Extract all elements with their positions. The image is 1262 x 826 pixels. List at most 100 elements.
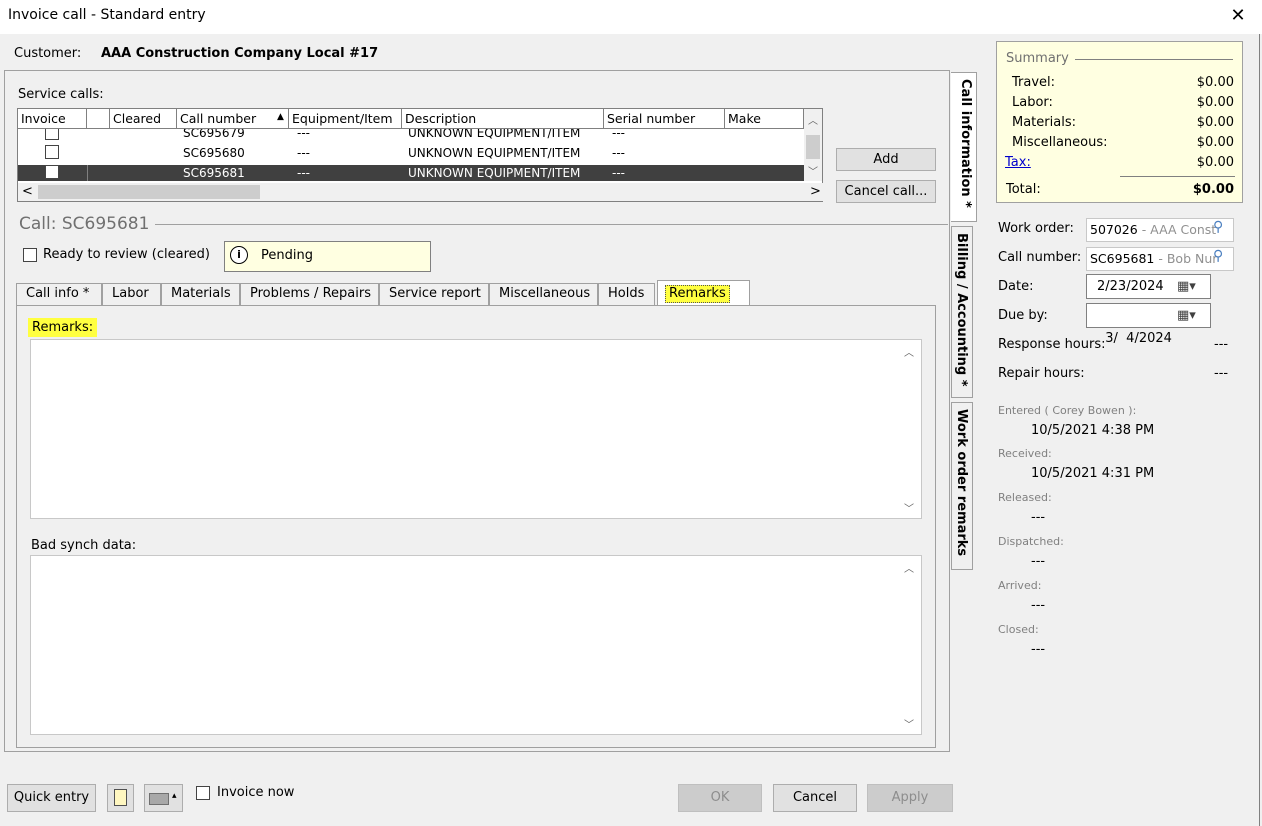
col-blank[interactable]: [87, 109, 110, 129]
serial-cell: ---: [612, 129, 625, 140]
call-number-cell: SC695680: [183, 146, 245, 160]
grid-vertical-scrollbar[interactable]: ︿ ﹀: [804, 109, 822, 181]
tab-labor[interactable]: Labor: [102, 283, 161, 305]
call-title-divider: [155, 224, 948, 225]
serial-cell: ---: [612, 146, 625, 160]
equipment-cell: ---: [297, 129, 310, 140]
apply-button[interactable]: Apply: [867, 784, 953, 812]
invoice-checkbox[interactable]: [45, 145, 59, 159]
table-row-selected[interactable]: SC695681 --- UNKNOWN EQUIPMENT/ITEM ---: [18, 165, 804, 181]
close-icon[interactable]: ✕: [1226, 4, 1250, 28]
sort-ascending-icon: ▲: [277, 112, 284, 122]
released-label: Released:: [998, 491, 1052, 504]
service-calls-label: Service calls:: [18, 87, 104, 102]
print-menu-button[interactable]: ▴: [144, 784, 183, 812]
dropdown-arrow-icon: ▴: [172, 791, 177, 801]
tab-call-info[interactable]: Call info *: [16, 283, 102, 305]
col-call-number[interactable]: Call number ▲: [177, 109, 289, 129]
tab-remarks[interactable]: Remarks: [657, 280, 750, 306]
col-cleared[interactable]: Cleared: [110, 109, 177, 129]
ready-to-review-checkbox[interactable]: [23, 248, 37, 262]
quick-entry-button[interactable]: Quick entry: [7, 784, 96, 812]
add-button[interactable]: Add: [836, 148, 936, 171]
summary-tax-value: $0.00: [1196, 155, 1234, 170]
scroll-up-icon[interactable]: ︿: [808, 112, 818, 127]
tax-link[interactable]: Tax:: [1005, 155, 1031, 170]
col-invoice[interactable]: Invoice: [18, 109, 87, 129]
received-label: Received:: [998, 447, 1052, 460]
invoice-checkbox[interactable]: [45, 129, 59, 140]
tab-remarks-label: Remarks: [665, 285, 730, 303]
ready-to-review-label[interactable]: Ready to review (cleared): [43, 247, 210, 262]
due-by-picker[interactable]: 3/ 4/2024 ▦▾: [1086, 303, 1211, 346]
cancel-call-button[interactable]: Cancel call...: [836, 180, 936, 203]
summary-labor-label: Labor:: [1012, 95, 1053, 110]
remarks-scroll-down-icon[interactable]: ﹀: [904, 500, 914, 515]
work-order-field[interactable]: 507026 - AAA Const: [1086, 218, 1234, 242]
bad-synch-textarea[interactable]: [30, 555, 922, 735]
search-icon[interactable]: ⚲: [1213, 219, 1223, 235]
scroll-down-icon[interactable]: ﹀: [808, 163, 818, 178]
work-order-name: - AAA Const: [1137, 222, 1217, 237]
calendar-dropdown-icon[interactable]: ▦▾: [1177, 275, 1196, 298]
summary-total-divider: [1120, 176, 1235, 177]
received-value: 10/5/2021 4:31 PM: [1031, 466, 1155, 481]
summary-materials: Materials: $0.00: [1012, 115, 1234, 130]
tab-holds[interactable]: Holds: [598, 283, 655, 305]
summary-divider: [1075, 59, 1233, 60]
work-order-number: 507026: [1090, 222, 1138, 237]
call-number-cell: SC695681: [183, 166, 245, 180]
col-description[interactable]: Description: [402, 109, 604, 129]
scroll-right-icon[interactable]: >: [810, 184, 821, 199]
scroll-left-icon[interactable]: <: [22, 184, 33, 199]
tab-problems-repairs[interactable]: Problems / Repairs: [240, 283, 379, 305]
tab-miscellaneous[interactable]: Miscellaneous: [489, 283, 598, 305]
window-edge: [1259, 34, 1260, 826]
col-equipment[interactable]: Equipment/Item: [289, 109, 402, 129]
calendar-dropdown-icon[interactable]: ▦▾: [1177, 304, 1196, 327]
bad-synch-scroll-down-icon[interactable]: ﹀: [904, 716, 914, 731]
repair-hours-value: ---: [1214, 366, 1229, 381]
remarks-scroll-up-icon[interactable]: ︿: [904, 344, 914, 359]
date-value: 2/23/2024: [1097, 279, 1164, 294]
remarks-textarea[interactable]: [30, 339, 922, 519]
ok-button[interactable]: OK: [678, 784, 762, 812]
call-number-label: Call number:: [998, 250, 1082, 265]
side-tab-call-information[interactable]: Call information *: [951, 72, 977, 222]
call-number-cell: SC695679: [183, 129, 245, 140]
new-document-button[interactable]: [107, 784, 134, 812]
date-label: Date:: [998, 279, 1034, 294]
summary-miscellaneous: Miscellaneous: $0.00: [1012, 135, 1234, 150]
grid-horizontal-scrollbar[interactable]: < >: [18, 183, 824, 201]
bad-synch-scroll-up-icon[interactable]: ︿: [904, 560, 914, 575]
call-number-field[interactable]: SC695681 - Bob Nur: [1086, 247, 1234, 271]
scroll-thumb[interactable]: [806, 135, 820, 159]
col-make[interactable]: Make: [725, 109, 804, 129]
invoice-now-label[interactable]: Invoice now: [217, 785, 294, 800]
status-text: Pending: [261, 248, 313, 263]
work-order-label: Work order:: [998, 221, 1074, 236]
table-row[interactable]: SC695679 --- UNKNOWN EQUIPMENT/ITEM ---: [18, 129, 804, 142]
col-call-number-label: Call number: [180, 111, 257, 126]
side-tab-work-order-remarks[interactable]: Work order remarks: [951, 402, 973, 570]
table-row[interactable]: SC695680 --- UNKNOWN EQUIPMENT/ITEM ---: [18, 145, 804, 165]
scroll-thumb-horizontal[interactable]: [38, 185, 260, 199]
tab-materials[interactable]: Materials: [161, 283, 240, 305]
side-tab-billing-accounting[interactable]: Billing / Accounting *: [951, 226, 973, 398]
summary-tax: Tax: $0.00: [1005, 155, 1234, 170]
window-title: Invoice call - Standard entry: [8, 7, 206, 23]
summary-travel-value: $0.00: [1196, 75, 1234, 90]
printer-icon: [149, 793, 169, 805]
cancel-button[interactable]: Cancel: [773, 784, 857, 812]
bad-synch-label: Bad synch data:: [31, 538, 137, 553]
search-icon[interactable]: ⚲: [1213, 248, 1223, 264]
summary-labor: Labor: $0.00: [1012, 95, 1234, 110]
invoice-checkbox[interactable]: [45, 165, 59, 179]
tab-service-report[interactable]: Service report: [379, 283, 489, 305]
response-hours-value: ---: [1214, 337, 1229, 352]
date-picker[interactable]: 2/23/2024 ▦▾: [1086, 274, 1211, 299]
summary-materials-label: Materials:: [1012, 115, 1076, 130]
invoice-now-checkbox[interactable]: [196, 786, 210, 800]
col-serial-number[interactable]: Serial number: [604, 109, 725, 129]
summary-travel: Travel: $0.00: [1012, 75, 1234, 90]
